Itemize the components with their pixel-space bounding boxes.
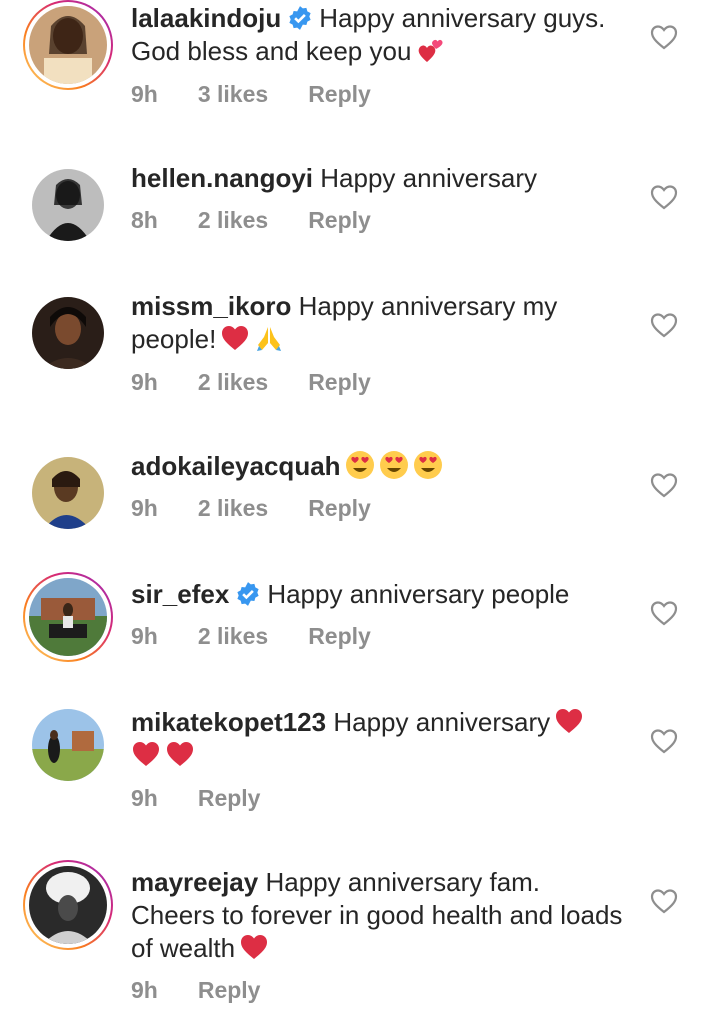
red-heart-emoji [556, 709, 583, 733]
heart-outline-icon[interactable] [650, 312, 678, 338]
red-heart-emoji [133, 742, 159, 766]
two-hearts-emoji [419, 39, 443, 62]
comment-time: 9h [131, 369, 158, 395]
comment-username[interactable]: mayreejay [131, 867, 258, 897]
comment-likes[interactable]: 3 likes [198, 80, 268, 108]
reply-button[interactable]: Reply [308, 622, 371, 650]
comment-likes[interactable]: 2 likes [198, 494, 268, 522]
comment-likes[interactable]: 2 likes [198, 368, 268, 396]
heart-outline-icon[interactable] [650, 728, 678, 754]
comment-text: Happy anniversary [320, 163, 538, 193]
red-heart-emoji [222, 326, 249, 350]
comment-username[interactable]: adokaileyacquah [131, 451, 341, 481]
avatar[interactable] [23, 700, 113, 790]
comment-time: 9h [131, 81, 158, 107]
verified-badge-icon [289, 6, 311, 30]
heart-eyes-emoji [413, 451, 442, 479]
red-heart-emoji [167, 742, 193, 766]
heart-eyes-emoji [345, 451, 374, 479]
comment-likes[interactable]: 2 likes [198, 622, 268, 650]
verified-badge-icon [237, 582, 259, 606]
avatar[interactable] [23, 860, 113, 950]
comment-time: 9h [131, 785, 158, 811]
reply-button[interactable]: Reply [198, 976, 261, 1004]
comment-likes[interactable]: 2 likes [198, 206, 268, 234]
comment-text: Happy anniversary [333, 707, 551, 737]
heart-outline-icon[interactable] [650, 184, 678, 210]
folded-hands-emoji [257, 327, 282, 351]
avatar[interactable] [23, 448, 113, 538]
comment-time: 9h [131, 623, 158, 649]
comment-time: 9h [131, 977, 158, 1003]
comment-time: 9h [131, 495, 158, 521]
heart-outline-icon[interactable] [650, 888, 678, 914]
avatar[interactable] [23, 572, 113, 662]
comment-username[interactable]: missm_ikoro [131, 291, 291, 321]
reply-button[interactable]: Reply [308, 206, 371, 234]
reply-button[interactable]: Reply [308, 368, 371, 396]
reply-button[interactable]: Reply [308, 494, 371, 522]
heart-outline-icon[interactable] [650, 472, 678, 498]
avatar[interactable] [23, 0, 113, 90]
heart-outline-icon[interactable] [650, 24, 678, 50]
reply-button[interactable]: Reply [308, 80, 371, 108]
heart-outline-icon[interactable] [650, 600, 678, 626]
avatar[interactable] [23, 160, 113, 250]
comment-username[interactable]: mikatekopet123 [131, 707, 326, 737]
comment-time: 8h [131, 207, 158, 233]
red-heart-emoji [241, 935, 268, 959]
avatar[interactable] [23, 288, 113, 378]
comment-text: Happy anniversary people [267, 579, 570, 609]
comment-username[interactable]: lalaakindoju [131, 3, 281, 33]
comment-username[interactable]: sir_efex [131, 579, 229, 609]
comment-username[interactable]: hellen.nangoyi [131, 163, 313, 193]
heart-eyes-emoji [379, 451, 408, 479]
reply-button[interactable]: Reply [198, 784, 261, 812]
